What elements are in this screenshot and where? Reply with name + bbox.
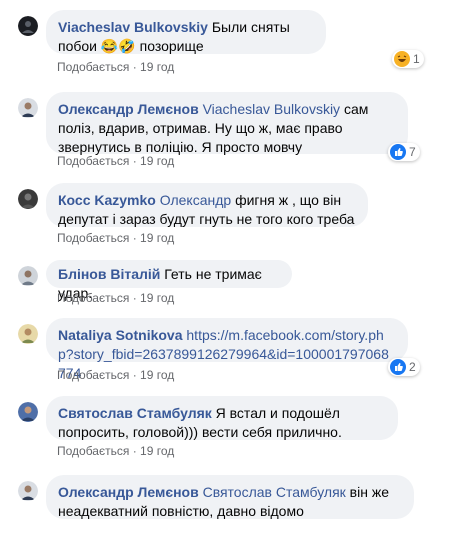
like-link[interactable]: Подобається bbox=[57, 291, 129, 305]
avatar[interactable] bbox=[18, 481, 38, 501]
comment-meta: Подобається · 19 год bbox=[57, 444, 175, 458]
like-link[interactable]: Подобається bbox=[57, 231, 129, 245]
comment-time[interactable]: 19 год bbox=[140, 444, 174, 458]
reaction-count: 7 bbox=[409, 145, 416, 159]
like-link[interactable]: Подобається bbox=[57, 154, 129, 168]
comment-bubble: Блінов Віталій Геть не тримає удар. bbox=[46, 260, 292, 301]
comment-meta: Подобається · 19 год bbox=[57, 60, 175, 74]
comment-author[interactable]: Олександр Лемєнов bbox=[58, 101, 199, 117]
comment-meta: Подобається · 19 год bbox=[57, 231, 175, 245]
reaction-count: 2 bbox=[409, 360, 416, 374]
avatar[interactable] bbox=[18, 189, 38, 209]
comment-author[interactable]: Nataliya Sotnikova bbox=[58, 327, 183, 343]
comment-time[interactable]: 19 год bbox=[140, 231, 174, 245]
reaction-count: 1 bbox=[413, 52, 420, 66]
comment-author[interactable]: Олександр Лемєнов bbox=[58, 484, 199, 500]
comment-author[interactable]: Viacheslav Bulkovskiy bbox=[58, 19, 208, 35]
comment-bubble: Святослав Стамбуляк Я встал и подошёл по… bbox=[46, 396, 398, 440]
comment-bubble: Nataliya Sotnikova https://m.facebook.co… bbox=[46, 318, 408, 381]
comment-time[interactable]: 19 год bbox=[140, 291, 174, 305]
like-link[interactable]: Подобається bbox=[57, 368, 129, 382]
avatar[interactable] bbox=[18, 324, 38, 344]
comment-bubble: Viacheslav Bulkovskiy Были сняты побои 😂… bbox=[46, 10, 326, 54]
comment-time[interactable]: 19 год bbox=[140, 60, 174, 74]
like-icon bbox=[390, 144, 406, 160]
avatar[interactable] bbox=[18, 98, 38, 118]
like-icon bbox=[390, 359, 406, 375]
comment-meta: Подобається · 19 год bbox=[57, 368, 175, 382]
avatar[interactable] bbox=[18, 402, 38, 422]
avatar[interactable] bbox=[18, 266, 38, 286]
haha-icon bbox=[394, 51, 410, 67]
comment-author[interactable]: Святослав Стамбуляк bbox=[58, 405, 212, 421]
comment-mention[interactable]: Олександр bbox=[160, 192, 231, 208]
reaction-badge[interactable]: 7 bbox=[388, 143, 420, 161]
comment-author[interactable]: Косс Kazymko bbox=[58, 192, 156, 208]
like-link[interactable]: Подобається bbox=[57, 60, 129, 74]
comment-time[interactable]: 19 год bbox=[140, 154, 174, 168]
reaction-badge[interactable]: 1 bbox=[392, 50, 424, 68]
comment-bubble: Олександр Лемєнов Viacheslav Bulkovskiy … bbox=[46, 92, 408, 155]
comment-mention[interactable]: Святослав Стамбуляк bbox=[203, 484, 346, 500]
comment-bubble: Олександр Лемєнов Святослав Стамбуляк ві… bbox=[46, 475, 414, 519]
comment-meta: Подобається · 19 год bbox=[57, 154, 175, 168]
like-link[interactable]: Подобається bbox=[57, 444, 129, 458]
reaction-badge[interactable]: 2 bbox=[388, 358, 420, 376]
comment-bubble: Косс Kazymko Олександр фигня ж , що він … bbox=[46, 183, 368, 227]
avatar[interactable] bbox=[18, 16, 38, 36]
comment-author[interactable]: Блінов Віталій bbox=[58, 266, 160, 282]
comment-meta: Подобається · 19 год bbox=[57, 291, 175, 305]
comment-mention[interactable]: Viacheslav Bulkovskiy bbox=[203, 101, 340, 117]
comment-time[interactable]: 19 год bbox=[140, 368, 174, 382]
